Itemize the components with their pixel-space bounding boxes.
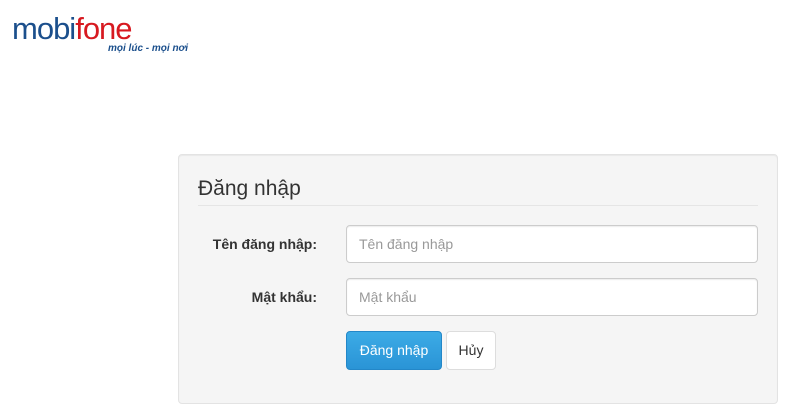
cancel-button[interactable]: Hủy [446,331,496,370]
logo-wordmark-fone: fone [75,11,132,46]
login-panel: Đăng nhập Tên đăng nhập: Mật khẩu: Đăng … [178,154,778,404]
username-row: Tên đăng nhập: [179,225,779,263]
password-input[interactable] [346,278,758,316]
login-button[interactable]: Đăng nhập [346,331,442,370]
login-page: mobifone mọi lúc - mọi nơi Đăng nhập Tên… [0,0,792,416]
login-title: Đăng nhập [198,175,758,206]
password-label: Mật khẩu: [251,289,317,305]
password-row: Mật khẩu: [179,278,779,316]
username-input[interactable] [346,225,758,263]
mobifone-logo: mobifone mọi lúc - mọi nơi [12,12,192,56]
logo-wordmark: mobifone [12,11,133,46]
logo-wordmark-mobi: mobi [12,11,76,46]
logo-tagline: mọi lúc - mọi nơi [108,43,189,54]
username-label: Tên đăng nhập: [212,236,317,252]
